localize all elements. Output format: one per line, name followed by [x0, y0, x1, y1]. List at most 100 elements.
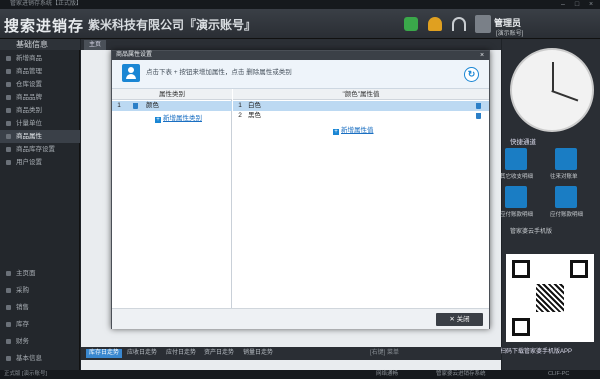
- item-icon: [6, 82, 11, 87]
- item-icon: [6, 147, 11, 152]
- value-name[interactable]: 黑色: [248, 111, 261, 121]
- sidebar-item-new-product[interactable]: 新增商品: [0, 52, 80, 65]
- status-product: 管家婆云进销存系统: [436, 371, 486, 377]
- category-row[interactable]: 1 颜色: [112, 101, 232, 111]
- sidebar-item-stock-settings[interactable]: 商品库存设置: [0, 143, 80, 156]
- value-row[interactable]: 2 黑色: [233, 111, 489, 121]
- stock-icon: [6, 322, 11, 327]
- qr-finder: [570, 260, 588, 278]
- window-title-bar: 管家进销存系统【正式版】 – □ ×: [0, 0, 600, 9]
- delete-icon[interactable]: [133, 103, 138, 109]
- clock-widget: [510, 48, 594, 132]
- shortcut-label[interactable]: 往来对账单: [550, 172, 578, 180]
- message-icon[interactable]: [404, 17, 418, 31]
- sidebar-item-warehouse[interactable]: 仓库设置: [0, 78, 80, 91]
- add-value-link[interactable]: + 新增属性值: [333, 124, 374, 135]
- headset-icon[interactable]: [452, 17, 466, 31]
- dialog-tip-bar: 点击下表 + 按钮来增加属性，点击 删除属性或类别 ↻: [112, 60, 489, 89]
- dialog-tip-text: 点击下表 + 按钮来增加属性，点击 删除属性或类别: [146, 69, 292, 76]
- tab-receivable-trend[interactable]: 应收日走势: [127, 349, 157, 358]
- plus-icon: +: [155, 117, 161, 123]
- app-header: 搜索进销存 紫米科技有限公司『演示账号』 管理员 [演示账号]: [0, 9, 600, 39]
- context-menu-hint: [右键] 菜单: [370, 350, 400, 356]
- sidebar-item-stock[interactable]: 库存: [0, 318, 80, 331]
- status-bar: 正式版 [演示账号] 网络通畅 管家婆云进销存系统 CLIF-PC: [0, 370, 600, 379]
- window-close-icon[interactable]: ×: [584, 0, 598, 9]
- qr-finder: [512, 318, 530, 336]
- tab-sales-trend[interactable]: 销量日走势: [243, 349, 273, 358]
- sidebar-section-title[interactable]: 基础信息: [0, 39, 80, 50]
- shortcut-tile[interactable]: [505, 186, 527, 208]
- sidebar-item-sales[interactable]: 销售: [0, 301, 80, 314]
- category-name[interactable]: 颜色: [146, 101, 159, 111]
- app-logo: 搜索进销存: [4, 17, 85, 35]
- refresh-icon[interactable]: ↻: [464, 67, 479, 82]
- qr-title: 管家婆云手机版: [510, 229, 553, 235]
- dialog-footer: ✕ 关闭: [112, 308, 489, 329]
- shortcut-label[interactable]: 应付账款明细: [500, 210, 533, 218]
- item-icon: [6, 121, 11, 126]
- shortcut-label[interactable]: 其它收支明细: [500, 172, 533, 180]
- sidebar-item-home[interactable]: 主页面: [0, 267, 80, 280]
- sidebar-item-brand[interactable]: 商品品牌: [0, 91, 80, 104]
- item-icon: [6, 69, 11, 74]
- sidebar-item-finance[interactable]: 财务: [0, 335, 80, 348]
- value-name[interactable]: 白色: [248, 101, 261, 111]
- item-icon: [6, 160, 11, 165]
- attribute-dialog: 商品属性设置 × 点击下表 + 按钮来增加属性，点击 删除属性或类别 ↻ 属性类…: [111, 50, 490, 329]
- item-icon: [6, 95, 11, 100]
- status-host: CLIF-PC: [548, 371, 570, 377]
- plus-icon: +: [333, 129, 339, 135]
- qr-pattern: [536, 284, 564, 312]
- tab-payable-trend[interactable]: 应付日走势: [166, 349, 196, 358]
- user-icon-body: [126, 74, 136, 79]
- category-pane: 属性类别 1 颜色 + 新增属性类别: [112, 89, 232, 308]
- sidebar-item-purchase[interactable]: 采购: [0, 284, 80, 297]
- avatar[interactable]: [475, 15, 491, 33]
- item-icon: [6, 108, 11, 113]
- home-icon: [6, 271, 11, 276]
- qr-code: [506, 254, 594, 342]
- shortcut-tile[interactable]: [555, 148, 577, 170]
- window-title: 管家进销存系统【正式版】: [10, 1, 83, 7]
- shortcut-label[interactable]: 应付账款明细: [550, 210, 583, 218]
- qr-finder: [512, 260, 530, 278]
- item-icon: [6, 134, 11, 139]
- user-icon-head: [128, 67, 134, 73]
- bell-icon[interactable]: [428, 17, 442, 31]
- shortcut-tile[interactable]: [555, 186, 577, 208]
- tab-asset-trend[interactable]: 资产日走势: [204, 349, 234, 358]
- sidebar-item-basic-info[interactable]: 基本信息: [0, 352, 80, 365]
- status-network: 网络通畅: [376, 371, 399, 377]
- sales-icon: [6, 305, 11, 310]
- minimize-icon[interactable]: –: [556, 0, 570, 9]
- value-row[interactable]: 1 白色: [233, 101, 489, 111]
- maximize-icon[interactable]: □: [570, 0, 584, 9]
- item-icon: [6, 56, 11, 61]
- value-header: "颜色"属性值: [233, 89, 489, 100]
- sidebar-item-unit[interactable]: 计量单位: [0, 117, 80, 130]
- status-version: 正式版 [演示账号]: [4, 371, 48, 377]
- dialog-close-icon[interactable]: ×: [477, 51, 487, 60]
- sidebar-item-category[interactable]: 商品类别: [0, 104, 80, 117]
- close-button[interactable]: ✕ 关闭: [436, 313, 483, 326]
- shortcut-tile[interactable]: [505, 148, 527, 170]
- clock-hand-minute: [551, 90, 579, 102]
- info-icon: [6, 356, 11, 361]
- company-name: 紫米科技有限公司『演示账号』: [88, 18, 257, 32]
- tab-home[interactable]: 主页: [84, 40, 107, 50]
- sidebar-item-user-settings[interactable]: 用户设置: [0, 156, 80, 169]
- delete-icon[interactable]: [476, 103, 481, 109]
- sidebar: 基础信息 新增商品 商品管理 仓库设置 商品品牌 商品类别 计量单位 商品属性 …: [0, 39, 80, 370]
- tab-bar: [81, 39, 501, 50]
- user-icon: [122, 64, 140, 82]
- tab-stock-trend[interactable]: 库存日走势: [86, 349, 123, 358]
- sidebar-item-attributes[interactable]: 商品属性: [0, 130, 80, 143]
- qr-caption: 扫码下载管家婆手机版APP: [500, 349, 573, 355]
- value-pane: "颜色"属性值 1 白色 2 黑色 + 新增属性值: [233, 89, 489, 308]
- clock-hand-hour: [552, 62, 554, 92]
- delete-icon[interactable]: [476, 113, 481, 119]
- cart-icon: [6, 288, 11, 293]
- add-category-link[interactable]: + 新增属性类别: [155, 112, 202, 123]
- sidebar-item-product-manage[interactable]: 商品管理: [0, 65, 80, 78]
